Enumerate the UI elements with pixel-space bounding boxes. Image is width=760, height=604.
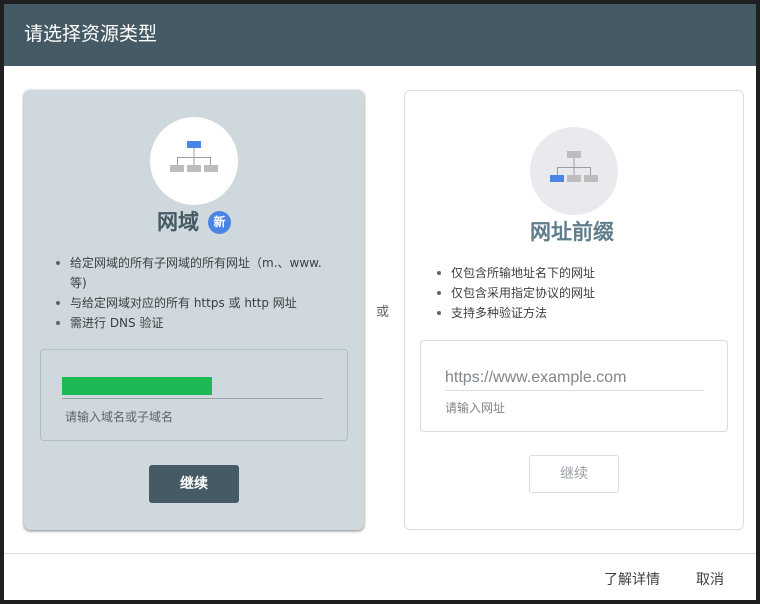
resource-type-dialog: 请选择资源类型 网域 新 给定网域的所有子网域的所有网址（m.、www. 等) …: [4, 4, 756, 600]
domain-input-box: 请输入域名或子域名: [40, 349, 348, 441]
url-prefix-card[interactable]: 网址前缀 仅包含所输地址名下的网址 仅包含采用指定协议的网址 支持多种验证方法 …: [404, 90, 744, 530]
list-item: 仅包含采用指定协议的网址: [433, 283, 723, 303]
cancel-button[interactable]: 取消: [696, 571, 724, 589]
prefix-input-hint: 请输入网址: [445, 401, 506, 415]
domain-input[interactable]: [62, 377, 212, 395]
list-item: 支持多种验证方法: [433, 303, 723, 323]
dialog-header: 请选择资源类型: [4, 4, 756, 66]
list-item: 给定网域的所有子网域的所有网址（m.、www. 等): [52, 253, 342, 293]
domain-card-title: 网域: [157, 210, 199, 234]
learn-more-link[interactable]: 了解详情: [604, 571, 660, 589]
domain-input-hint: 请输入域名或子域名: [65, 410, 174, 424]
domain-continue-button[interactable]: 继续: [149, 465, 239, 503]
domain-feature-list: 给定网域的所有子网域的所有网址（m.、www. 等) 与给定网域对应的所有 ht…: [52, 253, 342, 333]
prefix-input-box: 请输入网址: [420, 340, 728, 432]
prefix-continue-button[interactable]: 继续: [529, 455, 619, 493]
dialog-title: 请选择资源类型: [24, 23, 158, 45]
or-separator: 或: [376, 305, 390, 320]
new-badge: 新: [208, 211, 231, 234]
list-item: 与给定网域对应的所有 https 或 http 网址: [52, 293, 342, 313]
sitemap-icon: [550, 151, 598, 182]
list-item: 仅包含所输地址名下的网址: [433, 263, 723, 283]
sitemap-icon: [170, 141, 218, 172]
footer-divider: [4, 553, 756, 554]
domain-input-underline: [62, 398, 323, 399]
list-item: 需进行 DNS 验证: [52, 313, 342, 333]
prefix-icon-circle: [530, 127, 618, 215]
prefix-card-title: 网址前缀: [530, 220, 614, 244]
url-prefix-input[interactable]: [445, 365, 703, 391]
prefix-feature-list: 仅包含所输地址名下的网址 仅包含采用指定协议的网址 支持多种验证方法: [433, 263, 723, 323]
domain-icon-circle: [150, 117, 238, 205]
domain-card[interactable]: 网域 新 给定网域的所有子网域的所有网址（m.、www. 等) 与给定网域对应的…: [24, 90, 364, 530]
